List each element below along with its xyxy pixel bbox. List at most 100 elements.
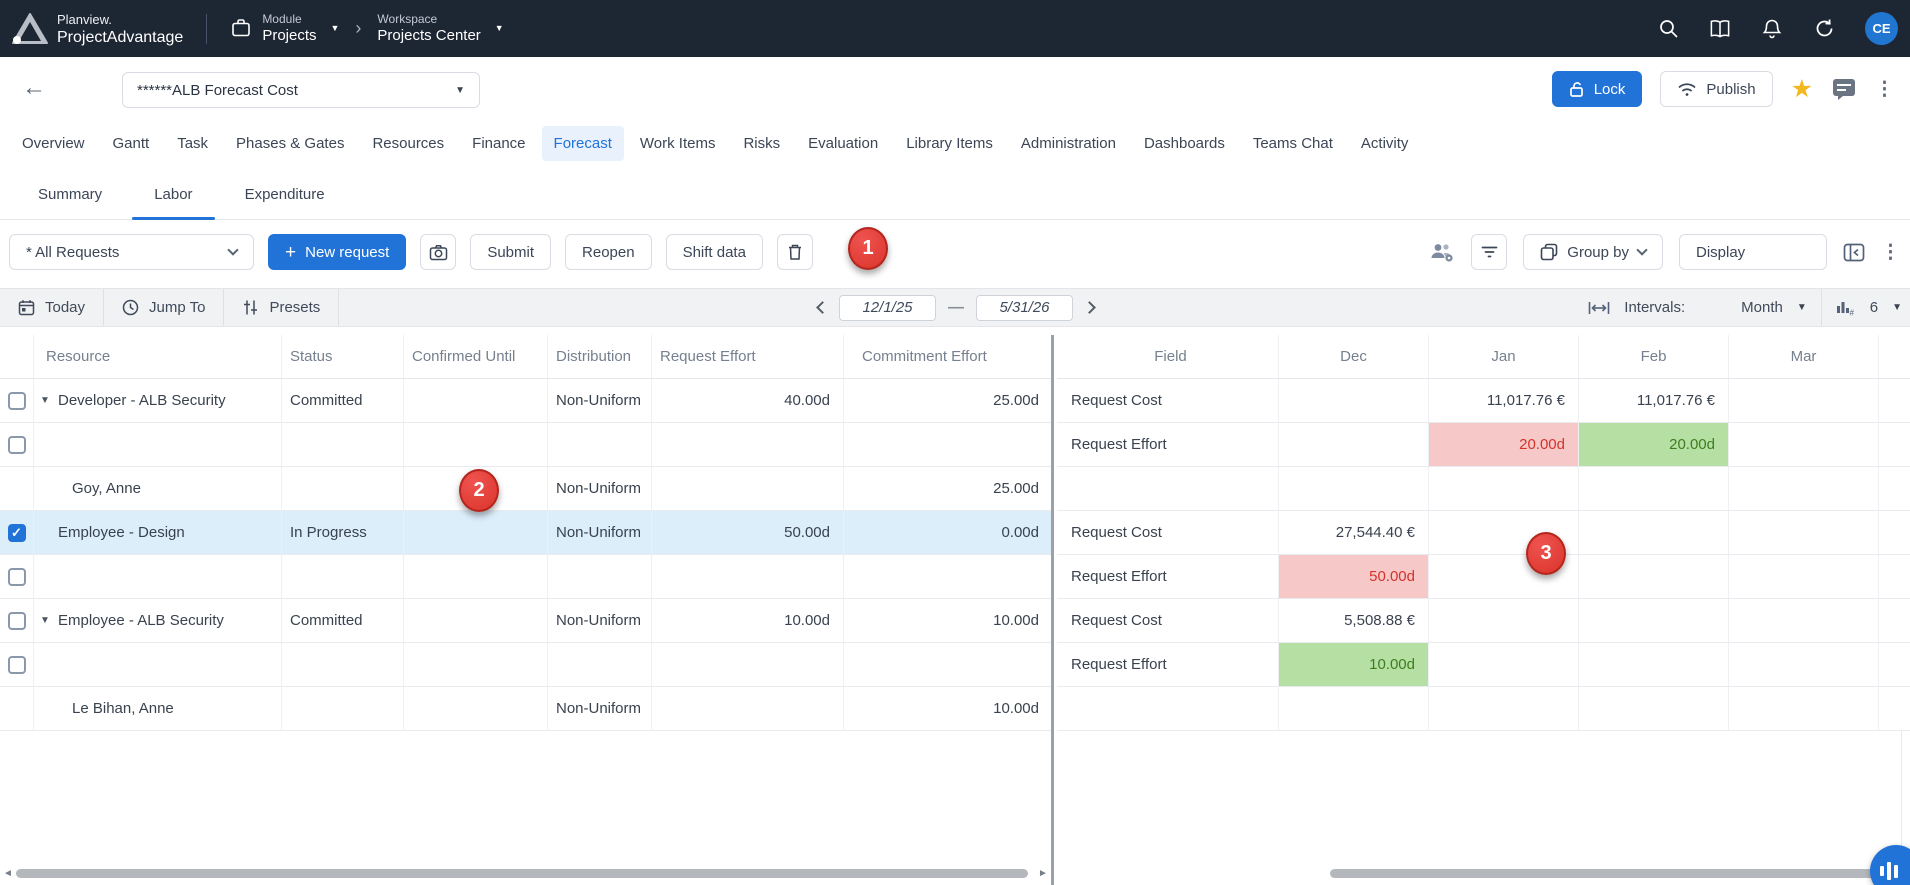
- previous-period-chevron[interactable]: [816, 301, 829, 314]
- resource-settings-icon[interactable]: [1429, 241, 1455, 263]
- date-from-input[interactable]: 12/1/25: [839, 295, 936, 321]
- tab-overview[interactable]: Overview: [10, 126, 97, 161]
- mar-cell[interactable]: [1729, 643, 1879, 686]
- caret-down-icon[interactable]: ▼: [1892, 302, 1902, 313]
- header-field[interactable]: Field: [1057, 335, 1279, 378]
- date-to-input[interactable]: 5/31/26: [976, 295, 1073, 321]
- mar-cell[interactable]: [1729, 379, 1879, 422]
- presets-button[interactable]: Presets: [224, 289, 338, 326]
- dec-cell[interactable]: 27,544.40 €: [1279, 511, 1429, 554]
- dec-cell-available[interactable]: 10.00d: [1279, 643, 1429, 686]
- header-commitment-effort[interactable]: Commitment Effort: [844, 335, 1052, 378]
- display-button[interactable]: Display: [1679, 234, 1827, 270]
- table-row[interactable]: Request Effort 10.00d: [1057, 643, 1910, 687]
- mar-cell[interactable]: [1729, 599, 1879, 642]
- delete-button[interactable]: [777, 234, 813, 270]
- dec-cell[interactable]: 5,508.88 €: [1279, 599, 1429, 642]
- table-row[interactable]: [0, 555, 1052, 599]
- today-button[interactable]: Today: [0, 289, 103, 326]
- group-by-button[interactable]: Group by: [1523, 234, 1663, 270]
- row-checkbox[interactable]: [8, 392, 26, 410]
- header-distribution[interactable]: Distribution: [548, 335, 652, 378]
- dec-cell[interactable]: [1279, 379, 1429, 422]
- row-checkbox-checked[interactable]: ✓: [8, 524, 26, 542]
- dec-cell-overallocated[interactable]: 50.00d: [1279, 555, 1429, 598]
- tab-resources[interactable]: Resources: [360, 126, 456, 161]
- table-row[interactable]: [0, 423, 1052, 467]
- header-request-effort[interactable]: Request Effort: [652, 335, 844, 378]
- toolbar-kebab-icon[interactable]: ⋮: [1881, 241, 1900, 264]
- reopen-button[interactable]: Reopen: [565, 234, 652, 270]
- left-pane-horizontal-scrollbar[interactable]: [16, 869, 1028, 878]
- search-icon[interactable]: [1657, 18, 1679, 40]
- table-row[interactable]: ▼Developer - ALB Security Committed Non-…: [0, 379, 1052, 423]
- new-request-button[interactable]: + New request: [268, 234, 406, 270]
- expander-caret-icon[interactable]: ▼: [40, 615, 58, 626]
- lock-button[interactable]: Lock: [1552, 71, 1643, 107]
- tab-finance[interactable]: Finance: [460, 126, 537, 161]
- scroll-right-arrow-icon[interactable]: ►: [1038, 868, 1048, 879]
- pane-divider[interactable]: [1051, 335, 1054, 885]
- subtab-summary[interactable]: Summary: [12, 170, 128, 219]
- table-row-selected[interactable]: ✓ Employee - Design In Progress Non-Unif…: [0, 511, 1052, 555]
- header-jan[interactable]: Jan: [1429, 335, 1579, 378]
- table-row[interactable]: [1057, 467, 1910, 511]
- tab-dashboards[interactable]: Dashboards: [1132, 126, 1237, 161]
- filter-button[interactable]: [1471, 234, 1507, 270]
- comments-icon[interactable]: [1831, 77, 1857, 101]
- table-row[interactable]: Request Effort 50.00d: [1057, 555, 1910, 599]
- tab-forecast[interactable]: Forecast: [542, 126, 624, 161]
- tab-administration[interactable]: Administration: [1009, 126, 1128, 161]
- table-row[interactable]: Le Bihan, Anne Non-Uniform 10.00d: [0, 687, 1052, 731]
- table-row[interactable]: [1057, 687, 1910, 731]
- feb-cell[interactable]: 11,017.76 €: [1579, 379, 1729, 422]
- publish-button[interactable]: Publish: [1660, 71, 1772, 107]
- tab-work-items[interactable]: Work Items: [628, 126, 728, 161]
- table-row[interactable]: Request Cost 5,508.88 €: [1057, 599, 1910, 643]
- tab-phases-gates[interactable]: Phases & Gates: [224, 126, 356, 161]
- user-avatar[interactable]: CE: [1865, 12, 1898, 45]
- header-confirmed-until[interactable]: Confirmed Until: [404, 335, 548, 378]
- subtab-expenditure[interactable]: Expenditure: [219, 170, 351, 219]
- collapse-panel-icon[interactable]: [1843, 243, 1865, 262]
- header-dec[interactable]: Dec: [1279, 335, 1429, 378]
- mar-cell[interactable]: [1729, 511, 1879, 554]
- tab-activity[interactable]: Activity: [1349, 126, 1421, 161]
- notifications-bell-icon[interactable]: [1761, 18, 1783, 40]
- caret-down-icon[interactable]: ▼: [1797, 302, 1807, 313]
- submit-button[interactable]: Submit: [470, 234, 551, 270]
- caret-down-icon[interactable]: ▼: [331, 23, 340, 33]
- feb-cell[interactable]: [1579, 599, 1729, 642]
- table-row[interactable]: Goy, Anne Non-Uniform 25.00d: [0, 467, 1052, 511]
- mar-cell[interactable]: [1729, 555, 1879, 598]
- module-selector[interactable]: Module Projects ▼: [230, 13, 339, 44]
- jan-cell[interactable]: [1429, 599, 1579, 642]
- jan-cell-overallocated[interactable]: 20.00d: [1429, 423, 1579, 466]
- row-checkbox[interactable]: [8, 656, 26, 674]
- table-row[interactable]: Request Cost 27,544.40 €: [1057, 511, 1910, 555]
- forecast-title-dropdown[interactable]: ******ALB Forecast Cost ▼: [122, 72, 480, 108]
- interval-count-value[interactable]: 6: [1870, 299, 1878, 316]
- row-checkbox[interactable]: [8, 436, 26, 454]
- help-book-icon[interactable]: [1709, 18, 1731, 40]
- tab-evaluation[interactable]: Evaluation: [796, 126, 890, 161]
- chart-fab-button[interactable]: [1870, 845, 1910, 885]
- more-options-kebab-icon[interactable]: ⋮: [1875, 78, 1894, 101]
- jan-cell[interactable]: 11,017.76 €: [1429, 379, 1579, 422]
- header-resource[interactable]: Resource: [34, 335, 282, 378]
- refresh-icon[interactable]: [1813, 18, 1835, 40]
- request-filter-select[interactable]: * All Requests: [9, 234, 254, 270]
- feb-cell-available[interactable]: 20.00d: [1579, 423, 1729, 466]
- caret-down-icon[interactable]: ▼: [495, 23, 504, 33]
- right-pane-horizontal-scrollbar[interactable]: [1330, 869, 1890, 878]
- table-row[interactable]: ▼Employee - ALB Security Committed Non-U…: [0, 599, 1052, 643]
- tab-risks[interactable]: Risks: [731, 126, 792, 161]
- row-checkbox[interactable]: [8, 612, 26, 630]
- planview-home-link[interactable]: Planview. ProjectAdvantage: [12, 11, 183, 47]
- header-feb[interactable]: Feb: [1579, 335, 1729, 378]
- table-row[interactable]: [0, 643, 1052, 687]
- table-row[interactable]: Request Cost 11,017.76 € 11,017.76 €: [1057, 379, 1910, 423]
- expander-caret-icon[interactable]: ▼: [40, 395, 58, 406]
- feb-cell[interactable]: [1579, 643, 1729, 686]
- workspace-selector[interactable]: Workspace Projects Center ▼: [377, 13, 503, 44]
